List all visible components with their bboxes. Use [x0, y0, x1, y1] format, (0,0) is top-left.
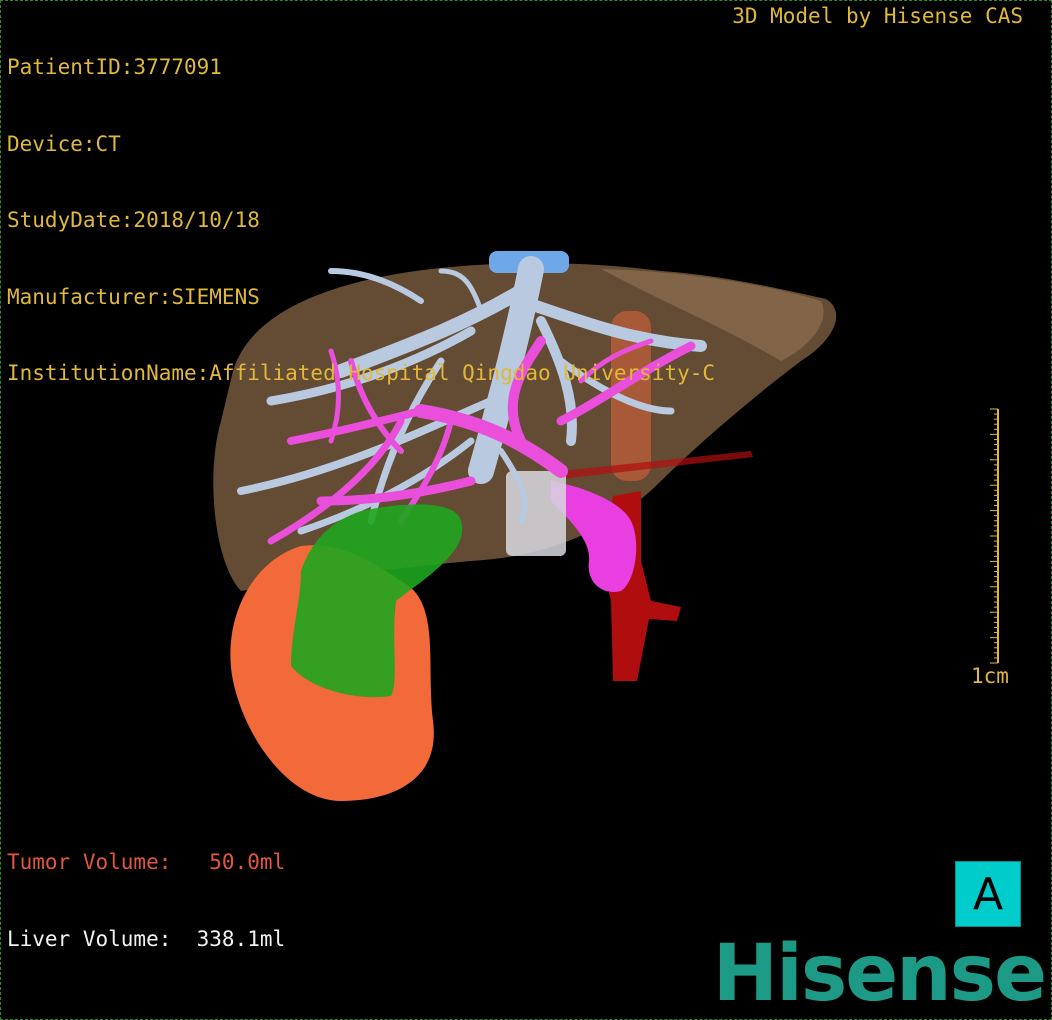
- manufacturer: Manufacturer:SIEMENS: [7, 284, 260, 309]
- scale-label: 1cm: [971, 664, 1009, 688]
- orientation-cube[interactable]: A: [955, 861, 1021, 927]
- device: Device:CT: [7, 131, 121, 156]
- scale-bar: [990, 408, 999, 664]
- liver-volume: Liver Volume: 338.1ml: [7, 926, 286, 951]
- brand-logo: Hisense: [712, 929, 1047, 1019]
- vena-cava-lower: [506, 471, 566, 556]
- study-date: StudyDate:2018/10/18: [7, 208, 260, 232]
- patient-id: PatientID:3777091: [7, 55, 222, 79]
- 3d-viewport[interactable]: PatientID:3777091 Device:CT StudyDate:20…: [0, 0, 1052, 1020]
- institution-name: InstitutionName:Affiliated Hospital Qing…: [7, 361, 716, 385]
- orientation-label: A: [972, 868, 1004, 920]
- model-credit: 3D Model by Hisense CAS: [732, 4, 1023, 28]
- patient-info: PatientID:3777091 Device:CT StudyDate:20…: [7, 4, 715, 438]
- volume-info: Tumor Volume: 50.0ml Liver Volume: 338.1…: [7, 799, 285, 1003]
- tumor-volume: Tumor Volume: 50.0ml: [7, 850, 286, 874]
